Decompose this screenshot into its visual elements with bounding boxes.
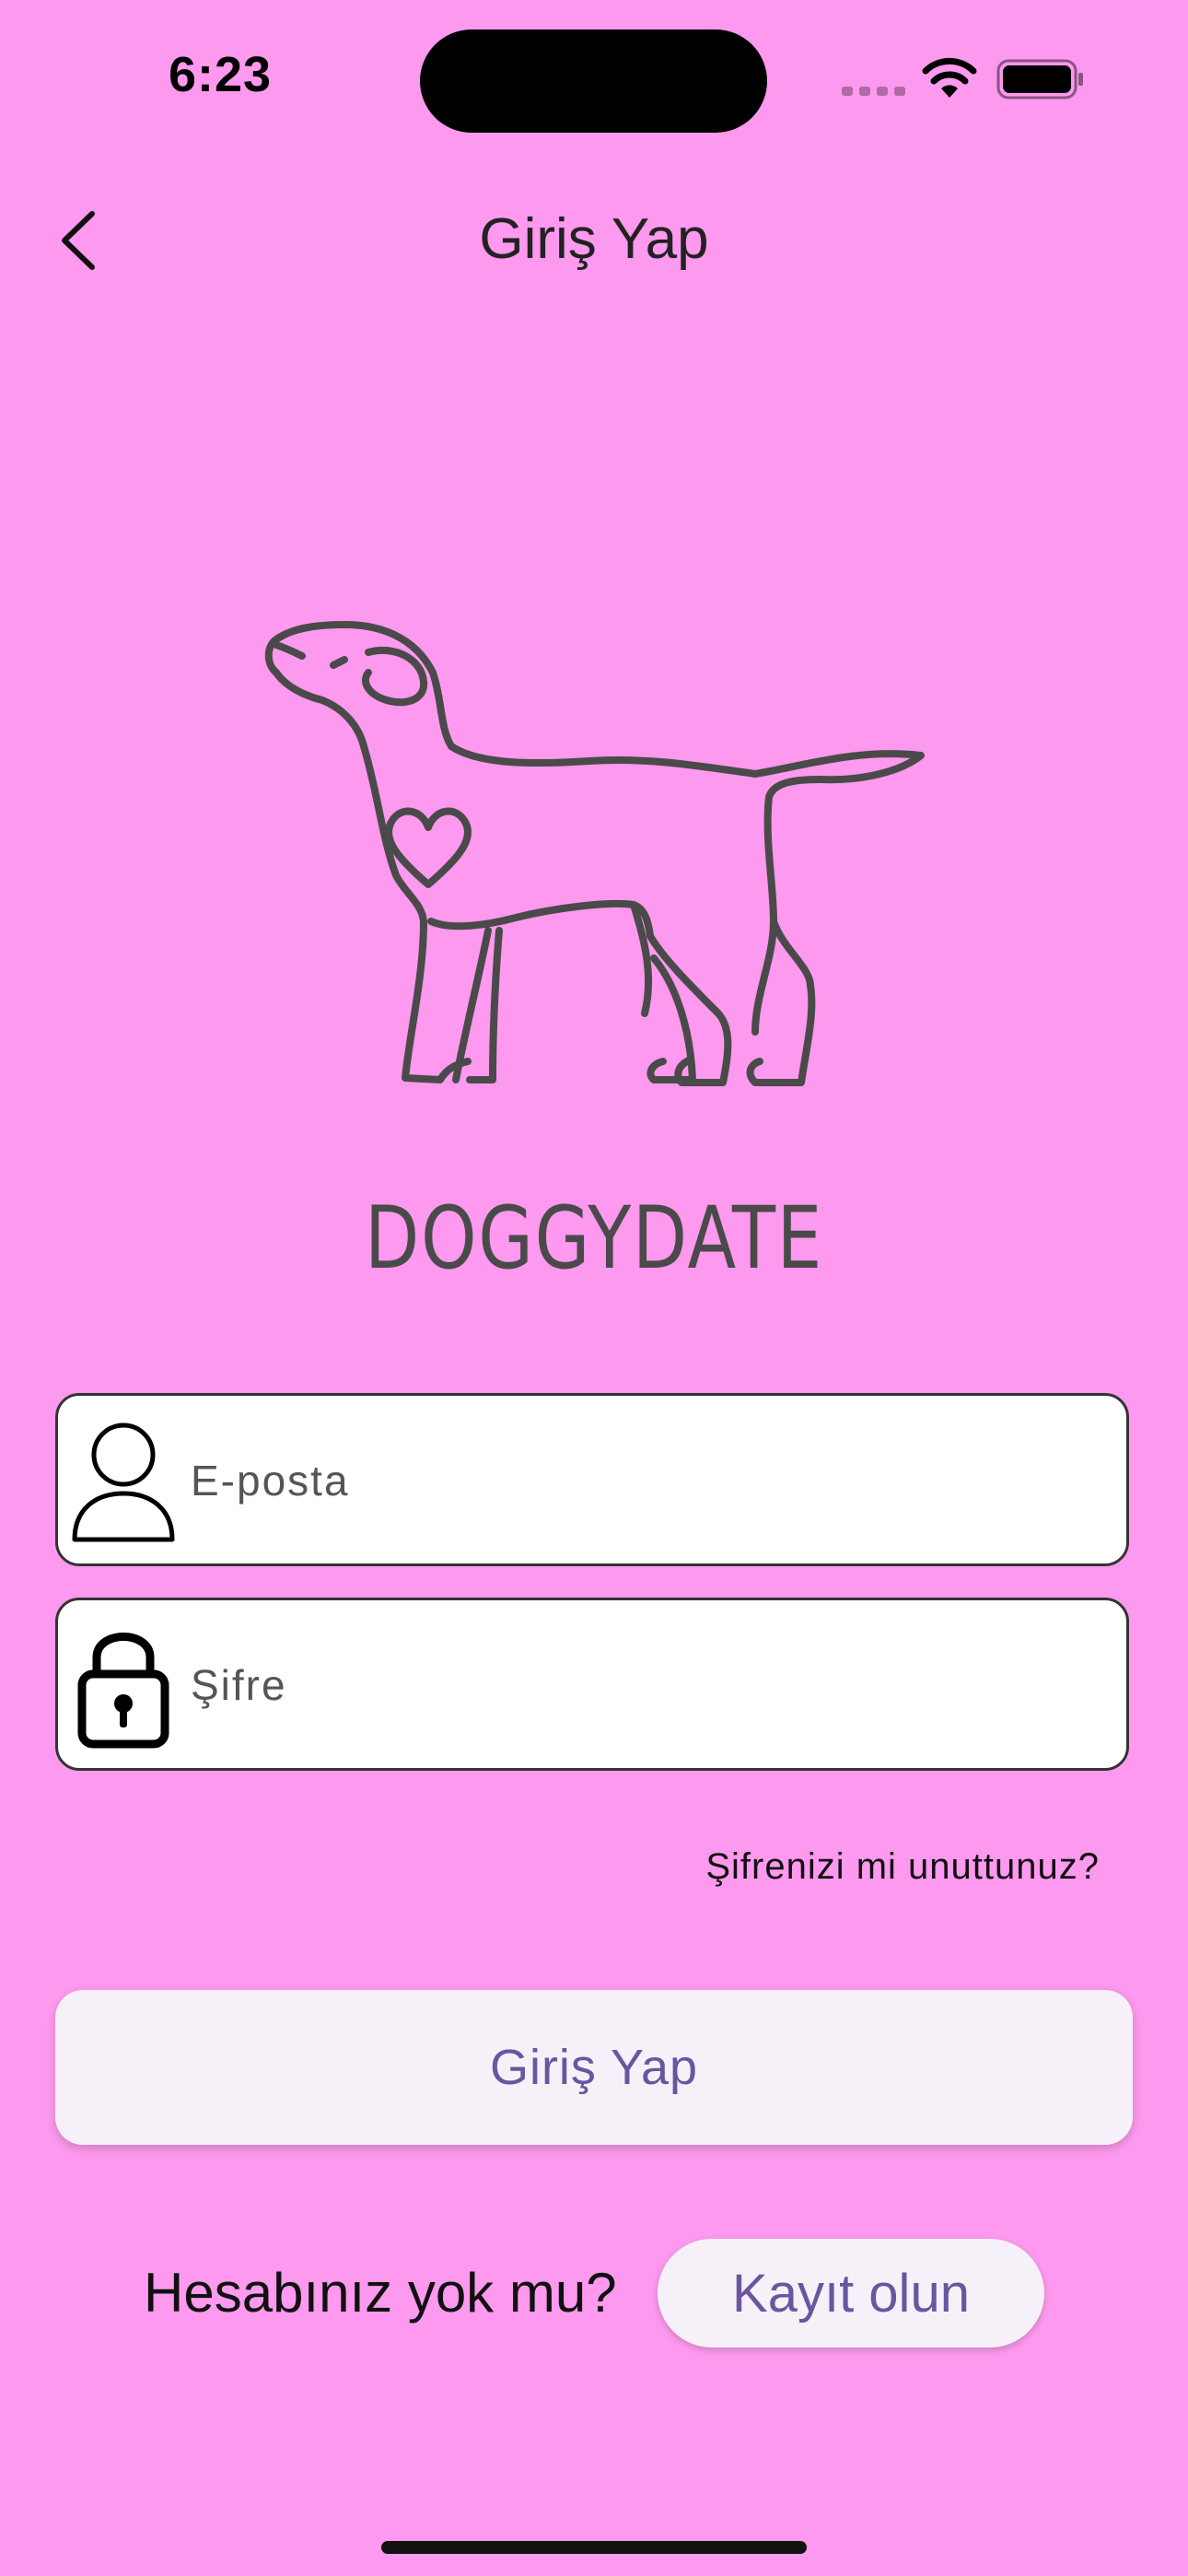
lock-icon [77, 1633, 169, 1749]
brand-wordmark: DOGGYDATE [364, 1188, 824, 1289]
page-title: Giriş Yap [479, 207, 709, 271]
status-time: 6:23 [169, 47, 273, 102]
forgot-password-link[interactable]: Şifrenizi mi unuttunuz? [705, 1846, 1100, 1888]
cellular-signal-icon [842, 87, 905, 96]
email-input[interactable] [189, 1396, 1104, 1565]
dog-logo-icon [264, 621, 925, 1086]
dynamic-island [420, 29, 767, 133]
battery-icon [996, 59, 1083, 100]
password-field[interactable] [55, 1598, 1129, 1771]
login-button[interactable]: Giriş Yap [55, 1990, 1133, 2145]
signup-button[interactable]: Kayıt olun [658, 2239, 1044, 2348]
wifi-icon [922, 57, 977, 98]
password-input[interactable] [189, 1600, 1104, 1770]
home-indicator[interactable] [381, 2541, 807, 2554]
user-icon [72, 1423, 175, 1542]
no-account-prompt: Hesabınız yok mu? [144, 2262, 617, 2324]
email-field[interactable] [55, 1393, 1129, 1566]
